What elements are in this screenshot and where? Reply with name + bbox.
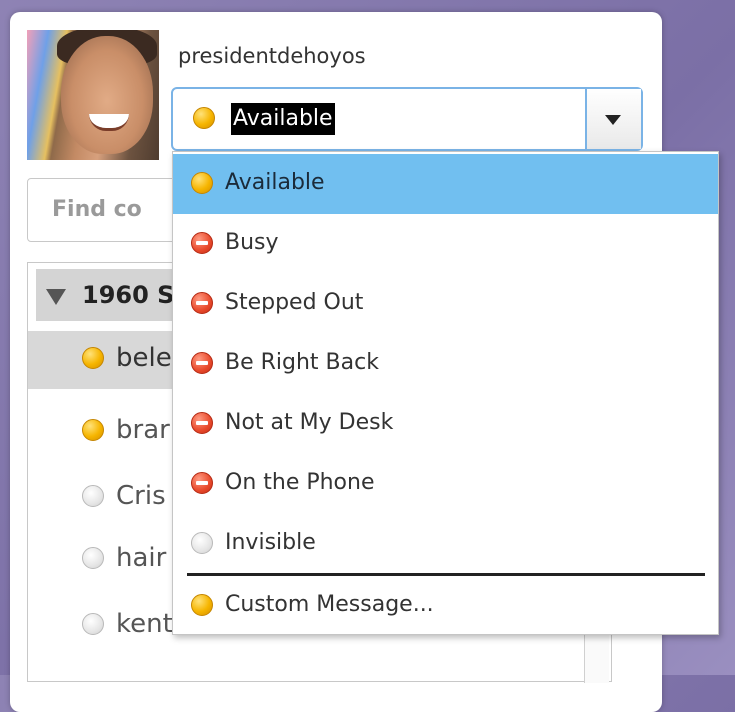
- avatar[interactable]: [27, 30, 159, 160]
- chevron-down-icon: [605, 115, 621, 125]
- busy-status-icon: [191, 352, 213, 374]
- menu-item-label: Stepped Out: [225, 290, 364, 315]
- offline-status-icon: [82, 547, 104, 569]
- available-status-icon: [82, 347, 104, 369]
- available-status-icon: [82, 419, 104, 441]
- offline-status-icon: [82, 613, 104, 635]
- menu-item-label: Available: [225, 170, 325, 195]
- menu-item-custom-message[interactable]: Custom Message...: [173, 576, 718, 636]
- menu-item-busy[interactable]: Busy: [173, 214, 718, 274]
- menu-item-be-right-back[interactable]: Be Right Back: [173, 334, 718, 394]
- menu-item-label: Be Right Back: [225, 350, 379, 375]
- menu-item-stepped-out[interactable]: Stepped Out: [173, 274, 718, 334]
- contact-name: bele: [116, 343, 172, 373]
- menu-item-label: On the Phone: [225, 470, 375, 495]
- status-select[interactable]: Available: [171, 87, 643, 151]
- status-available-icon: [193, 107, 215, 129]
- status-dropdown-button[interactable]: [585, 89, 641, 149]
- busy-status-icon: [191, 412, 213, 434]
- menu-item-on-the-phone[interactable]: On the Phone: [173, 454, 718, 514]
- menu-item-not-at-my-desk[interactable]: Not at My Desk: [173, 394, 718, 454]
- contact-name: hair: [116, 543, 167, 573]
- contact-group-label: 1960 S: [82, 281, 175, 309]
- available-status-icon: [191, 172, 213, 194]
- invisible-status-icon: [191, 532, 213, 554]
- contact-name: Cris: [116, 481, 166, 511]
- menu-item-label: Invisible: [225, 530, 316, 555]
- busy-status-icon: [191, 472, 213, 494]
- collapse-triangle-icon[interactable]: [46, 289, 66, 305]
- status-dropdown-menu: Available Busy Stepped Out Be Right Back…: [172, 151, 719, 635]
- busy-status-icon: [191, 232, 213, 254]
- menu-item-label: Busy: [225, 230, 279, 255]
- selected-status-text[interactable]: Available: [231, 103, 335, 135]
- menu-item-available[interactable]: Available: [173, 154, 718, 214]
- available-status-icon: [191, 594, 213, 616]
- username-label: presidentdehoyos: [178, 44, 366, 68]
- menu-item-label: Not at My Desk: [225, 410, 394, 435]
- menu-item-label: Custom Message...: [225, 592, 434, 617]
- busy-status-icon: [191, 292, 213, 314]
- avatar-face: [61, 36, 153, 154]
- menu-item-invisible[interactable]: Invisible: [173, 514, 718, 574]
- contact-name: brar: [116, 415, 170, 445]
- offline-status-icon: [82, 485, 104, 507]
